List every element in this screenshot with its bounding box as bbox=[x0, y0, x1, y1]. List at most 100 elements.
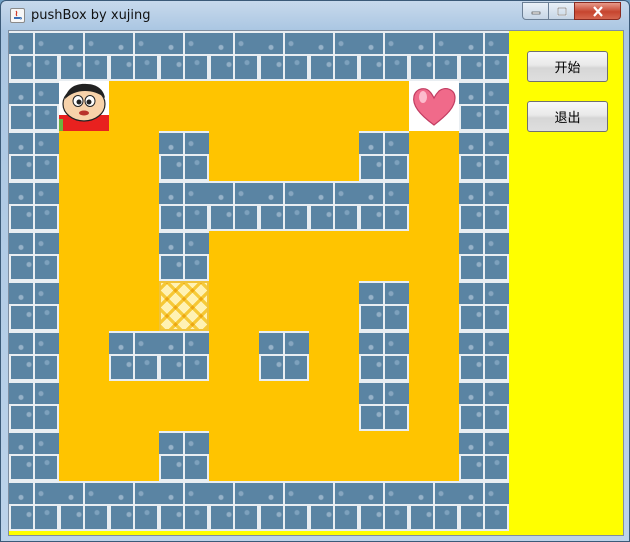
wall-tile bbox=[459, 331, 509, 381]
floor-tile bbox=[309, 431, 359, 481]
floor-tile bbox=[109, 131, 159, 181]
floor-tile bbox=[109, 381, 159, 431]
wall-tile bbox=[259, 481, 309, 531]
game-board[interactable] bbox=[9, 31, 509, 531]
floor-tile bbox=[209, 381, 259, 431]
floor-tile bbox=[309, 81, 359, 131]
floor-tile bbox=[309, 231, 359, 281]
floor-tile bbox=[209, 231, 259, 281]
app-window: pushBox by xujing 开始 退出 bbox=[0, 0, 630, 542]
minimize-icon bbox=[531, 11, 540, 15]
floor-tile bbox=[109, 231, 159, 281]
wall-tile bbox=[59, 481, 109, 531]
goal-heart-tile bbox=[409, 81, 459, 131]
game-panel: 开始 退出 bbox=[8, 30, 624, 536]
wall-tile bbox=[459, 281, 509, 331]
wall-tile bbox=[459, 131, 509, 181]
wall-tile bbox=[209, 181, 259, 231]
wall-tile bbox=[459, 381, 509, 431]
wall-tile bbox=[9, 231, 59, 281]
wall-tile bbox=[409, 481, 459, 531]
floor-tile bbox=[409, 131, 459, 181]
floor-tile bbox=[209, 431, 259, 481]
floor-tile bbox=[109, 81, 159, 131]
wall-tile bbox=[209, 481, 259, 531]
floor-tile bbox=[309, 381, 359, 431]
wall-tile bbox=[359, 381, 409, 431]
heart-icon bbox=[413, 88, 456, 126]
wall-tile bbox=[9, 181, 59, 231]
floor-tile bbox=[259, 381, 309, 431]
player-tile bbox=[59, 81, 109, 131]
wall-tile bbox=[159, 431, 209, 481]
box-tile bbox=[159, 281, 209, 331]
wall-tile bbox=[9, 281, 59, 331]
floor-tile bbox=[359, 81, 409, 131]
wall-tile bbox=[259, 31, 309, 81]
floor-tile bbox=[309, 131, 359, 181]
floor-tile bbox=[259, 81, 309, 131]
minimize-button[interactable] bbox=[522, 2, 549, 20]
wall-tile bbox=[9, 31, 59, 81]
wall-tile bbox=[9, 481, 59, 531]
wall-tile bbox=[209, 31, 259, 81]
wall-tile bbox=[459, 481, 509, 531]
wall-tile bbox=[459, 31, 509, 81]
wall-tile bbox=[159, 481, 209, 531]
floor-tile bbox=[409, 431, 459, 481]
floor-tile bbox=[109, 431, 159, 481]
wall-tile bbox=[459, 181, 509, 231]
floor-tile bbox=[59, 131, 109, 181]
floor-tile bbox=[259, 281, 309, 331]
wall-tile bbox=[159, 131, 209, 181]
floor-tile bbox=[59, 381, 109, 431]
floor-tile bbox=[59, 231, 109, 281]
wall-tile bbox=[459, 81, 509, 131]
floor-tile bbox=[359, 431, 409, 481]
window-title: pushBox by xujing bbox=[31, 8, 151, 23]
floor-tile bbox=[309, 331, 359, 381]
wall-tile bbox=[159, 331, 209, 381]
floor-tile bbox=[409, 231, 459, 281]
wall-tile bbox=[459, 231, 509, 281]
floor-tile bbox=[409, 331, 459, 381]
wall-tile bbox=[309, 181, 359, 231]
wall-tile bbox=[109, 31, 159, 81]
close-icon bbox=[592, 5, 603, 17]
wall-tile bbox=[359, 281, 409, 331]
wall-tile bbox=[159, 31, 209, 81]
wall-tile bbox=[59, 31, 109, 81]
wall-tile bbox=[109, 481, 159, 531]
wall-tile bbox=[9, 81, 59, 131]
floor-tile bbox=[309, 281, 359, 331]
floor-tile bbox=[159, 381, 209, 431]
wall-tile bbox=[109, 331, 159, 381]
floor-tile bbox=[59, 431, 109, 481]
floor-tile bbox=[209, 131, 259, 181]
wall-tile bbox=[359, 131, 409, 181]
floor-tile bbox=[59, 281, 109, 331]
wall-tile bbox=[459, 431, 509, 481]
floor-tile bbox=[409, 181, 459, 231]
floor-tile bbox=[59, 181, 109, 231]
wall-tile bbox=[359, 481, 409, 531]
wall-tile bbox=[9, 431, 59, 481]
player-icon bbox=[59, 81, 109, 131]
java-icon bbox=[10, 8, 25, 23]
start-button[interactable]: 开始 bbox=[527, 51, 608, 82]
maximize-button[interactable] bbox=[548, 2, 575, 20]
wall-tile bbox=[9, 381, 59, 431]
floor-tile bbox=[259, 231, 309, 281]
floor-tile bbox=[109, 281, 159, 331]
close-button[interactable] bbox=[574, 2, 621, 20]
maximize-icon bbox=[556, 6, 567, 16]
floor-tile bbox=[259, 131, 309, 181]
wall-tile bbox=[159, 231, 209, 281]
wall-tile bbox=[359, 331, 409, 381]
wall-tile bbox=[359, 31, 409, 81]
title-bar[interactable]: pushBox by xujing bbox=[1, 1, 629, 31]
floor-tile bbox=[209, 81, 259, 131]
wall-tile bbox=[409, 31, 459, 81]
exit-button[interactable]: 退出 bbox=[527, 101, 608, 132]
floor-tile bbox=[59, 331, 109, 381]
